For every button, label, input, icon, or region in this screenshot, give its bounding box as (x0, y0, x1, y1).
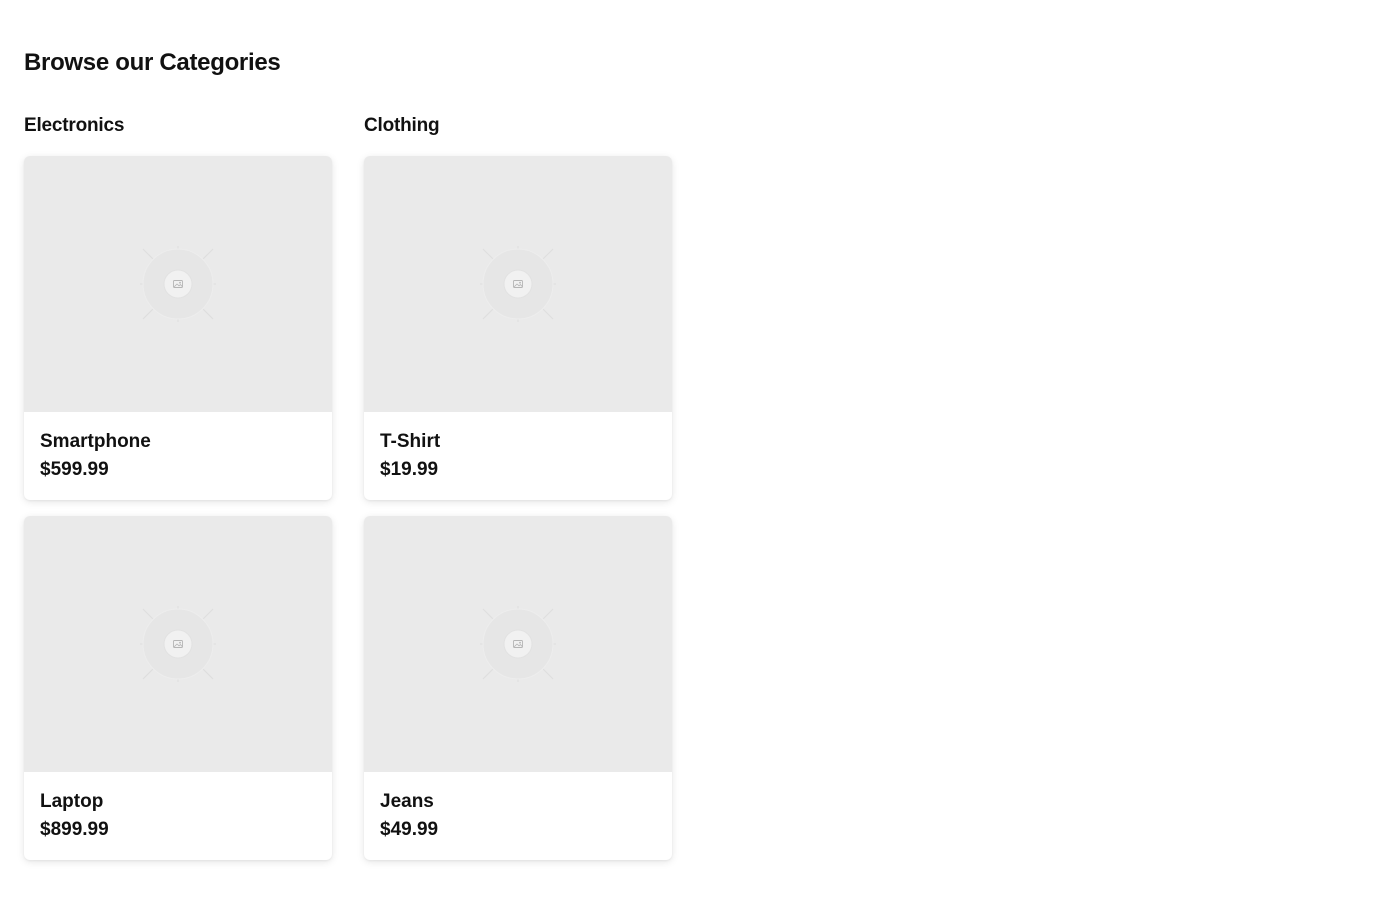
image-placeholder-icon (140, 246, 216, 322)
product-price: $599.99 (40, 459, 109, 480)
product-info: T-Shirt $19.99 (364, 412, 672, 482)
product-card-laptop[interactable]: Laptop $899.99 (24, 516, 332, 860)
image-placeholder-icon (480, 246, 556, 322)
product-card-jeans[interactable]: Jeans $49.99 (364, 516, 672, 860)
product-price: $899.99 (40, 819, 109, 840)
page: Browse our Categories Electronics Smartp… (0, 0, 1376, 908)
product-image (364, 516, 672, 772)
product-card-t-shirt[interactable]: T-Shirt $19.99 (364, 156, 672, 500)
category-clothing: Clothing T-Shirt $19.99 Jeans $49.99 (364, 113, 672, 876)
product-price: $49.99 (380, 819, 439, 840)
product-image (24, 156, 332, 412)
product-info: Smartphone $599.99 (24, 412, 332, 482)
product-info: Jeans $49.99 (364, 772, 672, 842)
category-title: Electronics (24, 115, 125, 136)
product-name: Laptop (40, 791, 104, 812)
image-placeholder-icon (480, 606, 556, 682)
product-name: Jeans (380, 791, 434, 812)
product-image (364, 156, 672, 412)
product-image (24, 516, 332, 772)
image-placeholder-icon (140, 606, 216, 682)
category-title: Clothing (364, 115, 440, 136)
product-name: T-Shirt (380, 431, 441, 452)
product-card-smartphone[interactable]: Smartphone $599.99 (24, 156, 332, 500)
product-price: $19.99 (380, 459, 439, 480)
product-info: Laptop $899.99 (24, 772, 332, 842)
page-title: Browse our Categories (24, 49, 281, 76)
category-electronics: Electronics Smartphone $599.99 Laptop $8… (24, 113, 332, 876)
product-name: Smartphone (40, 431, 151, 452)
